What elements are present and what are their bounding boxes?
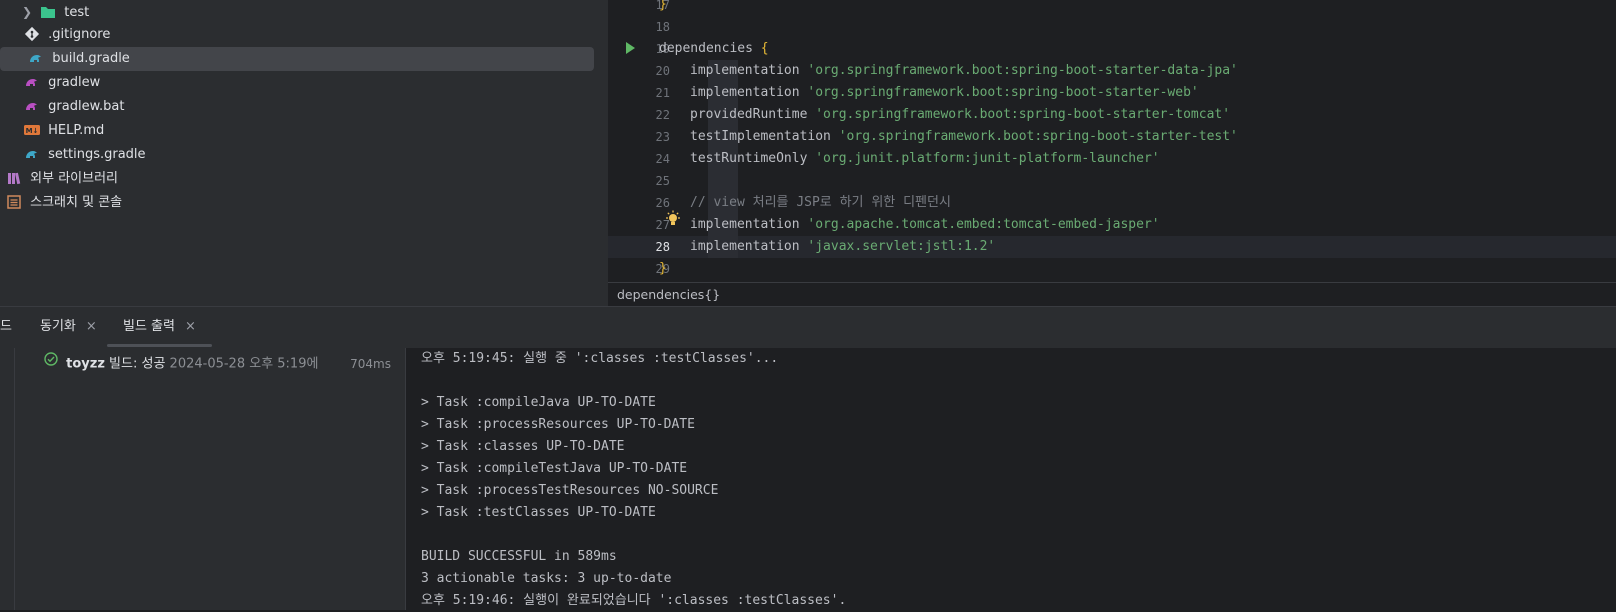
build-tool-tabs: 드 동기화 × 빌드 출력 × xyxy=(0,306,1616,348)
console-line: > Task :compileTestJava UP-TO-DATE xyxy=(421,461,688,476)
gradle-icon xyxy=(24,74,40,90)
line-number-current: 28 xyxy=(655,240,670,254)
tree-item-label: .gitignore xyxy=(48,27,111,42)
code-line-26-comment: // view 처리를 JSP로 하기 위한 디펜던시 xyxy=(690,195,951,210)
build-status: 빌드: 성공 xyxy=(109,356,166,372)
code-line-19: dependencies { xyxy=(659,41,769,56)
console-line: 오후 5:19:45: 실행 중 ':classes :testClasses'… xyxy=(421,351,779,366)
code-line-22: providedRuntime 'org.springframework.boo… xyxy=(690,107,1231,122)
chevron-right-icon[interactable]: ❯ xyxy=(22,0,36,24)
line-number: 18 xyxy=(655,20,670,34)
tree-item-label: 스크래치 및 콘솔 xyxy=(30,195,123,210)
gradle-icon xyxy=(28,50,44,66)
tree-item-test[interactable]: ❯ test xyxy=(22,0,89,24)
tree-item-label: gradlew.bat xyxy=(48,99,125,114)
line-number: 22 xyxy=(655,108,670,122)
lightbulb-icon[interactable] xyxy=(664,210,682,232)
tab-build-partial[interactable]: 드 xyxy=(0,307,12,349)
panel-divider xyxy=(0,348,15,610)
tree-item-gradlew[interactable]: gradlew xyxy=(24,71,100,95)
build-project-name: toyzz xyxy=(66,356,105,372)
project-tree-panel: ❯ test .gitignore build.gradle gradlew g… xyxy=(0,0,608,306)
console-line: 오후 5:19:46: 실행이 완료되었습니다 ':classes :testC… xyxy=(421,593,847,608)
build-console-output[interactable]: 오후 5:19:45: 실행 중 ':classes :testClasses'… xyxy=(406,348,1616,610)
console-line: > Task :processTestResources NO-SOURCE xyxy=(421,483,719,498)
console-line: BUILD SUCCESSFUL in 589ms xyxy=(421,549,617,564)
tree-item-gitignore[interactable]: .gitignore xyxy=(24,23,110,47)
gradle-icon xyxy=(24,146,40,162)
git-icon xyxy=(24,26,40,42)
code-editor[interactable]: 17 18 19 20 21 22 23 24 25 26 27 28 29 }… xyxy=(608,0,1616,282)
tree-item-scratches[interactable]: 스크래치 및 콘솔 xyxy=(6,191,122,215)
close-icon[interactable]: × xyxy=(185,319,196,334)
tree-item-settings-gradle[interactable]: settings.gradle xyxy=(24,143,146,167)
run-icon[interactable] xyxy=(626,42,635,54)
tree-item-label: HELP.md xyxy=(48,123,105,138)
tree-item-label: 외부 라이브러리 xyxy=(30,171,118,186)
line-number: 24 xyxy=(655,152,670,166)
console-line: > Task :testClasses UP-TO-DATE xyxy=(421,505,656,520)
build-tree-panel: toyzz 빌드: 성공 2024-05-28 오후 5:19에 704ms xyxy=(0,348,406,610)
library-icon xyxy=(6,170,22,186)
console-line: > Task :processResources UP-TO-DATE xyxy=(421,417,695,432)
gradle-icon xyxy=(24,98,40,114)
console-line: > Task :compileJava UP-TO-DATE xyxy=(421,395,656,410)
svg-text:M↓: M↓ xyxy=(26,127,39,135)
tree-item-build-gradle[interactable]: build.gradle xyxy=(0,47,594,71)
build-duration: 704ms xyxy=(350,357,391,371)
tab-sync[interactable]: 동기화 × xyxy=(40,307,97,349)
code-line-29: } xyxy=(659,261,667,276)
tree-item-help-md[interactable]: M↓ HELP.md xyxy=(24,119,104,143)
code-line-17: } xyxy=(659,0,667,12)
code-line-23: testImplementation 'org.springframework.… xyxy=(690,129,1238,144)
tab-build-output[interactable]: 빌드 출력 × xyxy=(107,307,212,349)
line-number: 26 xyxy=(655,196,670,210)
line-number: 23 xyxy=(655,130,670,144)
console-line: > Task :classes UP-TO-DATE xyxy=(421,439,625,454)
line-number: 20 xyxy=(655,64,670,78)
console-line: 3 actionable tasks: 3 up-to-date xyxy=(421,571,672,586)
tree-item-label: gradlew xyxy=(48,75,101,90)
tree-item-gradlew-bat[interactable]: gradlew.bat xyxy=(24,95,124,119)
tree-item-label: settings.gradle xyxy=(48,147,146,162)
line-number: 25 xyxy=(655,174,670,188)
build-result-row[interactable]: toyzz 빌드: 성공 2024-05-28 오후 5:19에 704ms xyxy=(44,352,391,375)
close-icon[interactable]: × xyxy=(86,319,97,334)
tree-item-label: test xyxy=(64,5,90,20)
code-line-21: implementation 'org.springframework.boot… xyxy=(690,85,1199,100)
line-number: 27 xyxy=(655,218,670,232)
tab-label: 동기화 xyxy=(40,319,76,334)
code-line-24: testRuntimeOnly 'org.junit.platform:juni… xyxy=(690,151,1160,166)
tree-item-label: build.gradle xyxy=(52,51,130,66)
line-number: 21 xyxy=(655,86,670,100)
tree-item-external-libraries[interactable]: 외부 라이브러리 xyxy=(6,167,118,191)
code-line-20: implementation 'org.springframework.boot… xyxy=(690,63,1238,78)
tab-label: 빌드 출력 xyxy=(123,319,175,334)
build-date: 2024-05-28 오후 5:19에 xyxy=(169,356,319,372)
folder-icon xyxy=(40,4,56,20)
code-line-27: implementation 'org.apache.tomcat.embed:… xyxy=(690,217,1160,232)
scratch-icon xyxy=(6,194,22,210)
success-check-icon xyxy=(44,352,58,374)
editor-breadcrumb[interactable]: dependencies{} xyxy=(608,282,1616,306)
code-line-28: implementation 'javax.servlet:jstl:1.2' xyxy=(690,239,996,254)
markdown-icon: M↓ xyxy=(24,122,40,138)
